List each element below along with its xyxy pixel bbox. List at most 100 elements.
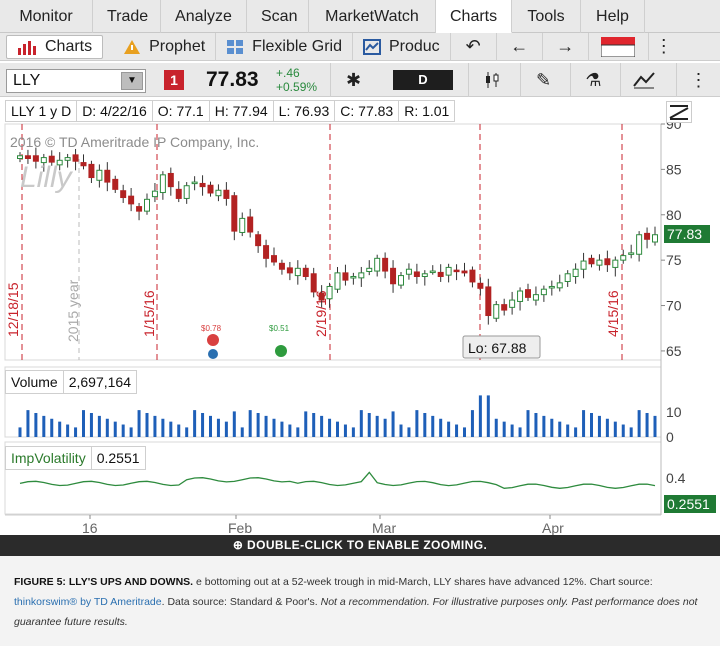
symbol-dropdown-icon[interactable]: ▼ <box>121 72 143 90</box>
caption-title: FIGURE 5: LLY'S UPS AND DOWNS. <box>14 576 194 588</box>
candle-body <box>532 294 539 301</box>
back-icon[interactable]: ← <box>497 32 543 61</box>
candle-body <box>255 234 262 247</box>
volume-bar <box>637 410 641 437</box>
volume-bar <box>201 413 205 437</box>
chart-type-icon[interactable] <box>468 63 514 97</box>
volume-bar <box>288 424 292 437</box>
candle-body <box>572 268 579 277</box>
candle-body <box>175 188 182 199</box>
aggregation-selector[interactable]: D <box>393 70 453 90</box>
caption-source-link[interactable]: thinkorswim® by TD Ameritrade <box>14 596 162 608</box>
volume-bar <box>42 415 46 437</box>
volume-bar <box>328 418 332 437</box>
candle-body <box>159 174 166 194</box>
color-scheme-icon[interactable] <box>589 32 649 61</box>
product-depth-icon <box>362 38 381 55</box>
change-value: +.46 <box>276 66 300 80</box>
flexible-grid-label: Flexible Grid <box>252 37 342 55</box>
forward-icon[interactable]: → <box>543 32 589 61</box>
product-depth-button[interactable]: Produc <box>353 32 451 61</box>
price-panel-frame <box>4 123 662 361</box>
volume-bar <box>375 415 379 437</box>
chart-info-bar: LLY 1 y D D: 4/22/16 O: 77.1 H: 77.94 L:… <box>5 100 456 122</box>
volume-bar <box>613 421 617 437</box>
candle-body <box>382 257 389 272</box>
candle-body <box>350 275 357 279</box>
menu-tools[interactable]: Tools <box>512 0 581 33</box>
menu-scan[interactable]: Scan <box>247 0 309 33</box>
volume-bar <box>177 424 181 437</box>
zoom-hint-bar[interactable]: ⊕ DOUBLE-CLICK TO ENABLE ZOOMING. <box>0 535 720 556</box>
x-axis-label: Apr <box>542 520 564 535</box>
candle-body <box>17 155 23 159</box>
volume-bar <box>129 427 133 437</box>
price-tick-label: 80 <box>666 207 682 223</box>
grid-menu-icon[interactable]: ⋮ <box>649 33 679 61</box>
date-marker-label: 4/15/16 <box>605 290 621 337</box>
volume-bar <box>470 410 474 437</box>
candle-body <box>72 154 79 162</box>
menu-monitor[interactable]: Monitor <box>0 0 93 33</box>
zoom-hint-text: DOUBLE-CLICK TO ENABLE ZOOMING. <box>247 538 488 552</box>
volume-bar <box>542 415 546 437</box>
candle-body <box>445 266 452 276</box>
company-logo-watermark: Lilly <box>20 161 74 194</box>
candle-body <box>390 267 397 285</box>
volume-bar <box>18 427 22 437</box>
volume-bar <box>367 413 371 437</box>
info-close: C: 77.83 <box>335 101 400 121</box>
dividend-amount: $0.78 <box>201 324 222 333</box>
settings-gear-icon[interactable]: ✱ <box>330 63 376 97</box>
volume-bar <box>209 415 212 437</box>
volume-bar <box>526 410 530 437</box>
studies-flask-icon[interactable]: ⚗ <box>570 63 616 97</box>
menu-analyze[interactable]: Analyze <box>161 0 247 33</box>
candle-body <box>64 157 71 161</box>
more-icon[interactable]: ⋮ <box>676 63 720 97</box>
candle-body <box>366 267 373 272</box>
caption-data-source: Data source: Standard & Poor's. <box>167 596 318 608</box>
flexible-grid-button[interactable]: Flexible Grid <box>216 32 353 61</box>
date-marker-label: 2015 year <box>65 279 81 342</box>
menu-marketwatch[interactable]: MarketWatch <box>309 0 436 33</box>
volume-bar <box>50 418 54 437</box>
menu-trade[interactable]: Trade <box>93 0 161 33</box>
volume-bar <box>478 395 482 437</box>
drawing-pencil-icon[interactable]: ✎ <box>520 63 566 97</box>
prophet-button[interactable]: Prophet <box>113 32 217 61</box>
chart-area[interactable]: 90858075706512/18/152015 year1/15/162/19… <box>0 97 720 535</box>
candle-body <box>628 252 635 255</box>
candle-body <box>318 292 325 301</box>
undo-icon[interactable]: ↶ <box>451 32 497 61</box>
link-group-badge[interactable]: 1 <box>164 70 184 90</box>
volume-bar <box>383 418 387 437</box>
volume-bar <box>582 410 586 437</box>
volume-bar <box>463 427 466 437</box>
candle-body <box>342 272 349 281</box>
volume-bar <box>455 424 459 437</box>
candle-body <box>294 267 301 277</box>
candle-body <box>215 189 222 197</box>
x-axis-label: 16 <box>82 520 98 535</box>
menu-help[interactable]: Help <box>581 0 645 33</box>
candle-body <box>477 282 484 289</box>
x-axis-label: Mar <box>372 520 396 535</box>
candle-body <box>334 272 341 290</box>
charts-button[interactable]: Charts <box>6 34 104 59</box>
volume-tick-label-zero: 0 <box>666 429 674 445</box>
volume-bar <box>169 421 173 437</box>
candle-body <box>231 195 238 232</box>
symbol-input[interactable]: LLY ▼ <box>6 69 146 93</box>
volume-bar <box>407 427 411 437</box>
iv-badge-text: 0.2551 <box>667 496 710 512</box>
copyright-watermark: 2016 © TD Ameritrade IP Company, Inc. <box>10 134 260 150</box>
volume-bar <box>224 421 228 437</box>
volume-bar <box>113 421 117 437</box>
volume-bar <box>645 413 649 437</box>
draw-tool-icon[interactable] <box>666 101 692 123</box>
volume-bar <box>518 427 522 437</box>
patterns-icon[interactable] <box>620 63 666 97</box>
menu-charts[interactable]: Charts <box>436 0 512 33</box>
candle-body <box>239 217 246 233</box>
